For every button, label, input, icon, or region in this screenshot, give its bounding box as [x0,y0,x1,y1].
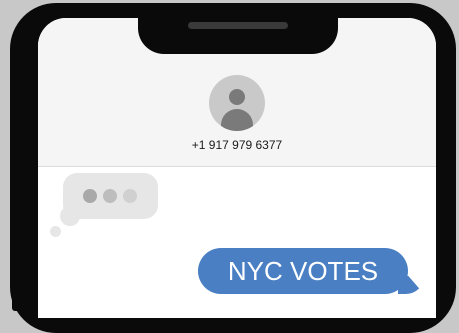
speaker-grille [188,22,288,29]
side-button [12,121,22,157]
typing-dot [123,189,137,203]
contact-avatar[interactable] [209,75,265,131]
volume-down-button [12,261,22,311]
typing-bubble-tail-small [50,226,61,237]
sent-message-bubble[interactable]: NYC VOTES [198,248,408,294]
phone-notch [138,18,338,54]
contact-phone-number[interactable]: +1 917 979 6377 [38,138,436,152]
volume-up-button [12,181,22,245]
phone-screen: +1 917 979 6377 NYC VOTES [38,18,436,318]
typing-dot [83,189,97,203]
typing-dot [103,189,117,203]
typing-indicator [63,173,158,219]
